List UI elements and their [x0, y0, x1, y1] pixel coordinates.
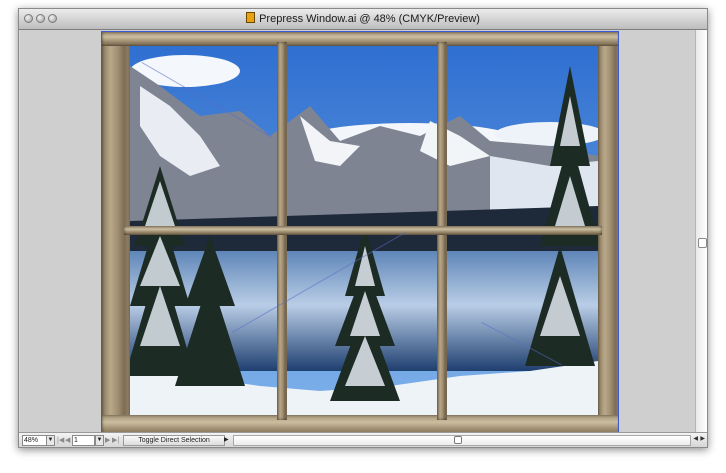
titlebar[interactable]: Prepress Window.ai @ 48% (CMYK/Preview) [19, 9, 707, 30]
status-bar: 48% ▼ |◀ ◀ 1 ▼ ▶ ▶| Toggle Direct Select… [19, 432, 707, 447]
artboard-number-field[interactable]: 1 [72, 435, 95, 446]
scroll-right-arrow-icon[interactable]: ▶ [700, 435, 705, 442]
frame-top-rail [102, 32, 618, 46]
zoom-dropdown-arrow-icon[interactable]: ▼ [46, 435, 55, 446]
document-window: Prepress Window.ai @ 48% (CMYK/Preview) [18, 8, 708, 448]
illustrator-document-icon [246, 12, 256, 23]
vertical-scroll-thumb[interactable] [698, 238, 707, 248]
vertical-scrollbar[interactable] [695, 30, 707, 433]
scroll-left-arrow-icon[interactable]: ◀ [693, 435, 698, 442]
next-artboard-icon[interactable]: ▶ [105, 436, 110, 444]
artboard-dropdown-arrow-icon[interactable]: ▼ [95, 435, 104, 446]
last-artboard-icon[interactable]: ▶| [112, 436, 119, 444]
status-menu-arrow-icon[interactable]: ▶ [224, 435, 229, 445]
zoom-level-field[interactable]: 48% [22, 435, 47, 446]
canvas-area[interactable] [20, 30, 695, 435]
artboard[interactable] [101, 31, 619, 435]
frame-transom [124, 226, 602, 235]
first-artboard-icon[interactable]: |◀ [57, 436, 64, 444]
status-display[interactable]: Toggle Direct Selection [123, 435, 225, 446]
window-title-area: Prepress Window.ai @ 48% (CMYK/Preview) [19, 12, 707, 25]
horizontal-scrollbar[interactable] [233, 435, 691, 446]
window-title: Prepress Window.ai @ 48% (CMYK/Preview) [259, 13, 480, 25]
previous-artboard-icon[interactable]: ◀ [65, 436, 70, 444]
horizontal-scroll-thumb[interactable] [454, 436, 462, 444]
